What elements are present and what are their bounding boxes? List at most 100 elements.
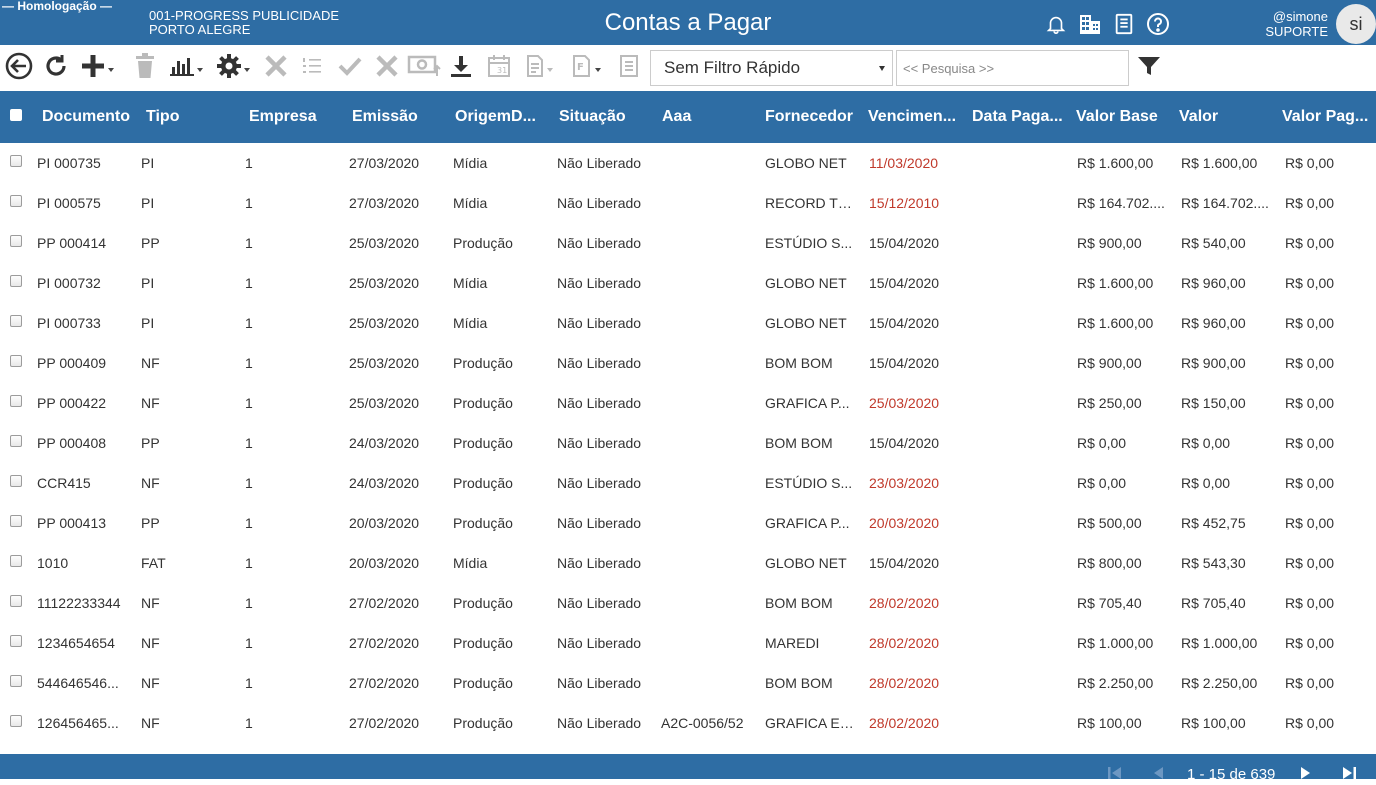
- list-numbered-button[interactable]: [302, 54, 322, 82]
- table-row[interactable]: 1010 FAT 1 20/03/2020 Mídia Não Liberado GLOBO…: [0, 543, 1376, 583]
- column-header-valor[interactable]: Valor: [1179, 91, 1277, 143]
- cell-origem: Produção: [453, 515, 513, 531]
- cell-situacao: Não Liberado: [557, 675, 642, 691]
- table-row[interactable]: PP 000408 PP 1 24/03/2020 Produção Não Libera…: [0, 423, 1376, 463]
- help-icon[interactable]: [1145, 11, 1171, 37]
- notes-button[interactable]: [619, 54, 639, 82]
- prev-page-icon: [1151, 767, 1165, 784]
- row-checkbox[interactable]: [10, 595, 22, 607]
- cancel-button[interactable]: [375, 54, 399, 82]
- column-header-origem[interactable]: OrigemD...: [455, 91, 553, 143]
- row-checkbox[interactable]: [10, 235, 22, 247]
- cell-vencimento: 15/04/2020: [869, 275, 940, 291]
- row-checkbox[interactable]: [10, 195, 22, 207]
- column-header-fornecedor[interactable]: Fornecedor: [765, 91, 863, 143]
- row-checkbox[interactable]: [10, 475, 22, 487]
- table-row[interactable]: PP 000414 PP 1 25/03/2020 Produção Não Libera…: [0, 223, 1376, 263]
- company-city: PORTO ALEGRE: [149, 22, 251, 37]
- back-icon: [5, 52, 33, 85]
- cell-data-pagamento: [973, 543, 1073, 583]
- column-header-empresa[interactable]: Empresa: [249, 91, 347, 143]
- table-row[interactable]: PP 000413 PP 1 20/03/2020 Produção Não Libera…: [0, 503, 1376, 543]
- cell-situacao: Não Liberado: [557, 235, 642, 251]
- select-all-checkbox[interactable]: [10, 109, 22, 121]
- filter-button[interactable]: [1137, 54, 1161, 82]
- close-button[interactable]: [264, 54, 288, 82]
- list-numbered-icon: [302, 55, 322, 82]
- search-input[interactable]: [896, 50, 1129, 86]
- row-checkbox[interactable]: [10, 715, 22, 727]
- cell-tipo: PP: [141, 235, 160, 251]
- report-button[interactable]: [525, 54, 553, 82]
- cell-tipo: NF: [141, 715, 160, 731]
- buildings-icon[interactable]: [1077, 11, 1103, 37]
- column-header-emissao[interactable]: Emissão: [352, 91, 450, 143]
- cell-emissao: 27/02/2020: [349, 595, 420, 611]
- table-row[interactable]: 1234654654 NF 1 27/02/2020 Produção Não Liber…: [0, 623, 1376, 663]
- approve-button[interactable]: [338, 54, 362, 82]
- table-row[interactable]: PI 000733 PI 1 25/03/2020 Mídia Não Liberado G…: [0, 303, 1376, 343]
- add-button[interactable]: [80, 54, 114, 82]
- column-header-situacao[interactable]: Situação: [559, 91, 657, 143]
- document-icon[interactable]: [1111, 11, 1137, 37]
- cell-aaa: [661, 303, 761, 343]
- cell-aaa: [661, 423, 761, 463]
- avatar[interactable]: si: [1336, 4, 1376, 44]
- last-page-button[interactable]: [1341, 766, 1357, 780]
- delete-button[interactable]: [134, 52, 156, 84]
- table-row[interactable]: 11122233344 NF 1 27/02/2020 Produção Não Libe…: [0, 583, 1376, 623]
- row-checkbox[interactable]: [10, 395, 22, 407]
- payment-button[interactable]: [407, 54, 441, 82]
- cell-origem: Produção: [453, 435, 513, 451]
- chart-button[interactable]: [169, 54, 203, 82]
- cell-empresa: 1: [245, 715, 253, 731]
- cell-data-pagamento: [973, 423, 1073, 463]
- column-header-aaa[interactable]: Aaa: [662, 91, 760, 143]
- download-button[interactable]: [449, 54, 473, 82]
- cell-emissao: 20/03/2020: [349, 515, 420, 531]
- row-checkbox[interactable]: [10, 555, 22, 567]
- table-row[interactable]: 126456465... NF 1 27/02/2020 Produção Não Lib…: [0, 703, 1376, 743]
- table-row[interactable]: PI 000735 PI 1 27/03/2020 Mídia Não Liberado G…: [0, 143, 1376, 183]
- back-button[interactable]: [5, 52, 33, 85]
- user-info[interactable]: @simone SUPORTE: [1265, 9, 1328, 39]
- row-checkbox[interactable]: [10, 155, 22, 167]
- row-checkbox[interactable]: [10, 355, 22, 367]
- bell-icon[interactable]: [1043, 11, 1069, 37]
- column-header-tipo[interactable]: Tipo: [146, 91, 244, 143]
- cell-valor-base: R$ 100,00: [1077, 715, 1142, 731]
- table-row[interactable]: PI 000732 PI 1 25/03/2020 Mídia Não Liberado G…: [0, 263, 1376, 303]
- first-page-button[interactable]: [1107, 766, 1123, 780]
- table-row[interactable]: 544646546... NF 1 27/02/2020 Produção Não Lib…: [0, 663, 1376, 703]
- row-checkbox[interactable]: [10, 515, 22, 527]
- column-header-data-pagamento[interactable]: Data Paga...: [972, 91, 1070, 143]
- cell-empresa: 1: [245, 155, 253, 171]
- row-checkbox[interactable]: [10, 315, 22, 327]
- refresh-button[interactable]: [43, 54, 69, 82]
- settings-button[interactable]: [216, 53, 250, 82]
- trash-icon: [134, 52, 156, 84]
- file-report-button[interactable]: F: [571, 54, 601, 82]
- row-checkbox[interactable]: [10, 435, 22, 447]
- cell-origem: Mídia: [453, 275, 488, 291]
- row-checkbox[interactable]: [10, 675, 22, 687]
- row-checkbox[interactable]: [10, 635, 22, 647]
- column-header-valor-base[interactable]: Valor Base: [1076, 91, 1174, 143]
- table-row[interactable]: PP 000409 NF 1 25/03/2020 Produção Não Libera…: [0, 343, 1376, 383]
- column-header-valor-pago[interactable]: Valor Pag...: [1282, 91, 1372, 143]
- cell-valor-pago: R$ 0,00: [1285, 155, 1335, 171]
- table-row[interactable]: PP 000422 NF 1 25/03/2020 Produção Não Libera…: [0, 383, 1376, 423]
- cell-vencimento: 28/02/2020: [869, 635, 940, 651]
- prev-page-button[interactable]: [1151, 766, 1165, 780]
- toolbar: 31 F Sem Filtro Rápido: [0, 45, 1376, 90]
- calendar-button[interactable]: 31: [487, 54, 511, 82]
- table-row[interactable]: CCR415 NF 1 24/03/2020 Produção Não Liberado E…: [0, 463, 1376, 503]
- cell-valor-base: R$ 900,00: [1077, 355, 1142, 371]
- table-row[interactable]: PI 000575 PI 1 27/03/2020 Mídia Não Liberado R…: [0, 183, 1376, 223]
- cell-valor-pago: R$ 0,00: [1285, 235, 1335, 251]
- column-header-vencimento[interactable]: Vencimen...: [868, 91, 966, 143]
- column-header-documento[interactable]: Documento: [42, 91, 140, 143]
- row-checkbox[interactable]: [10, 275, 22, 287]
- quick-filter-select[interactable]: Sem Filtro Rápido: [650, 50, 893, 86]
- next-page-button[interactable]: [1299, 766, 1313, 780]
